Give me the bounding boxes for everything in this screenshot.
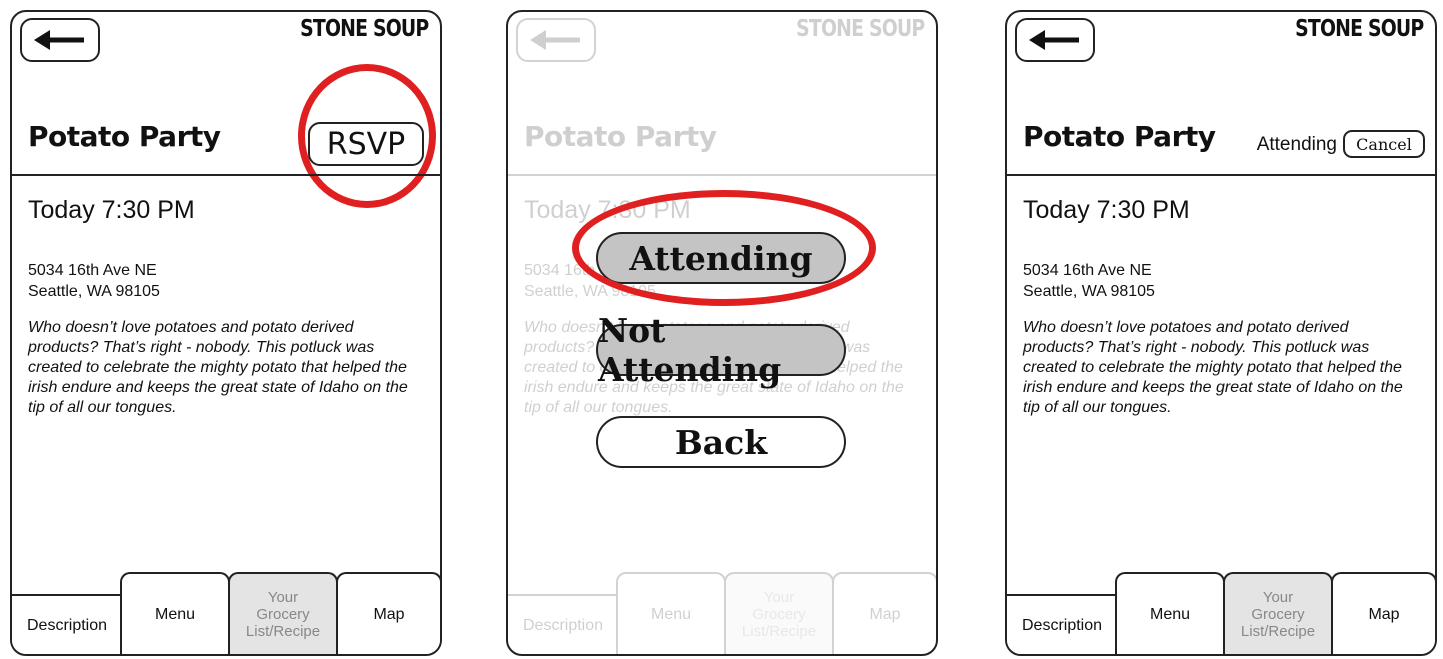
address-line: 5034 16th Ave NE (1023, 262, 1152, 279)
back-button[interactable] (1015, 18, 1095, 62)
tab-label: Grocery (752, 605, 806, 623)
event-address: 5034 16th Ave NE Seattle, WA 98105 (28, 260, 160, 302)
attendance-status: Attending (1256, 134, 1337, 155)
tab-grocery-list[interactable]: Your Grocery List/Recipe (1223, 572, 1333, 654)
tab-description[interactable]: Description (1007, 594, 1117, 654)
tab-label: Grocery (256, 605, 310, 623)
event-description: Who doesn’t love potatoes and potato der… (1023, 319, 1403, 416)
dialog-back-button[interactable]: Back (596, 416, 846, 468)
left-arrow-icon (34, 30, 84, 50)
tab-map[interactable]: Map (1331, 572, 1435, 654)
tab-grocery-list[interactable]: Your Grocery List/Recipe (228, 572, 338, 654)
event-title: Potato Party (524, 120, 717, 153)
address-line: Seattle, WA 98105 (1023, 283, 1155, 300)
tab-label: List/Recipe (741, 622, 817, 640)
brand-logo: STONE SOUP (795, 16, 925, 42)
tab-bar: Description Menu Your Grocery List/Recipe … (12, 572, 440, 654)
divider (508, 174, 936, 176)
address-line: 5034 16th Ave NE (28, 262, 157, 279)
not-attending-button[interactable]: Not Attending (596, 311, 846, 389)
left-arrow-icon (530, 30, 580, 50)
tab-label: Your (763, 588, 795, 606)
tab-menu: Menu (616, 572, 726, 654)
tab-bar: Description Menu Your Grocery List/Recipe … (1007, 572, 1435, 654)
address-line: Seattle, WA 98105 (28, 283, 160, 300)
event-description: Who doesn’t love potatoes and potato der… (28, 319, 408, 416)
brand-logo: STONE SOUP (1294, 16, 1424, 42)
event-datetime: Today 7:30 PM (1023, 196, 1190, 224)
tab-bar: Description Menu Your Grocery List/Recipe … (508, 572, 936, 654)
screen-event-detail: STONE SOUP Potato Party RSVP Today 7:30 … (10, 10, 442, 656)
tab-label: List/Recipe (245, 622, 321, 640)
event-title: Potato Party (28, 120, 221, 153)
highlight-circle (572, 190, 876, 306)
divider (1007, 174, 1435, 176)
highlight-circle (298, 64, 436, 208)
tab-map: Map (832, 572, 936, 654)
screen-event-attending: STONE SOUP Potato Party Attending Cancel… (1005, 10, 1437, 656)
event-address: 5034 16th Ave NE Seattle, WA 98105 (1023, 260, 1155, 302)
back-button[interactable] (20, 18, 100, 62)
cancel-button[interactable]: Cancel (1343, 130, 1425, 158)
screen-rsvp-dialog: STONE SOUP Potato Party Today 7:30 PM 50… (506, 10, 938, 656)
tab-label: Your (267, 588, 299, 606)
event-title: Potato Party (1023, 120, 1216, 153)
tab-description: Description (508, 594, 618, 654)
divider (12, 174, 440, 176)
tab-description[interactable]: Description (12, 594, 122, 654)
event-datetime: Today 7:30 PM (28, 196, 195, 224)
tab-map[interactable]: Map (336, 572, 440, 654)
tab-label: List/Recipe (1240, 622, 1316, 640)
brand-logo: STONE SOUP (299, 16, 429, 42)
tab-menu[interactable]: Menu (1115, 572, 1225, 654)
back-button (516, 18, 596, 62)
left-arrow-icon (1029, 30, 1079, 50)
tab-label: Grocery (1251, 605, 1305, 623)
tab-label: Your (1262, 588, 1294, 606)
tab-grocery-list: Your Grocery List/Recipe (724, 572, 834, 654)
tab-menu[interactable]: Menu (120, 572, 230, 654)
